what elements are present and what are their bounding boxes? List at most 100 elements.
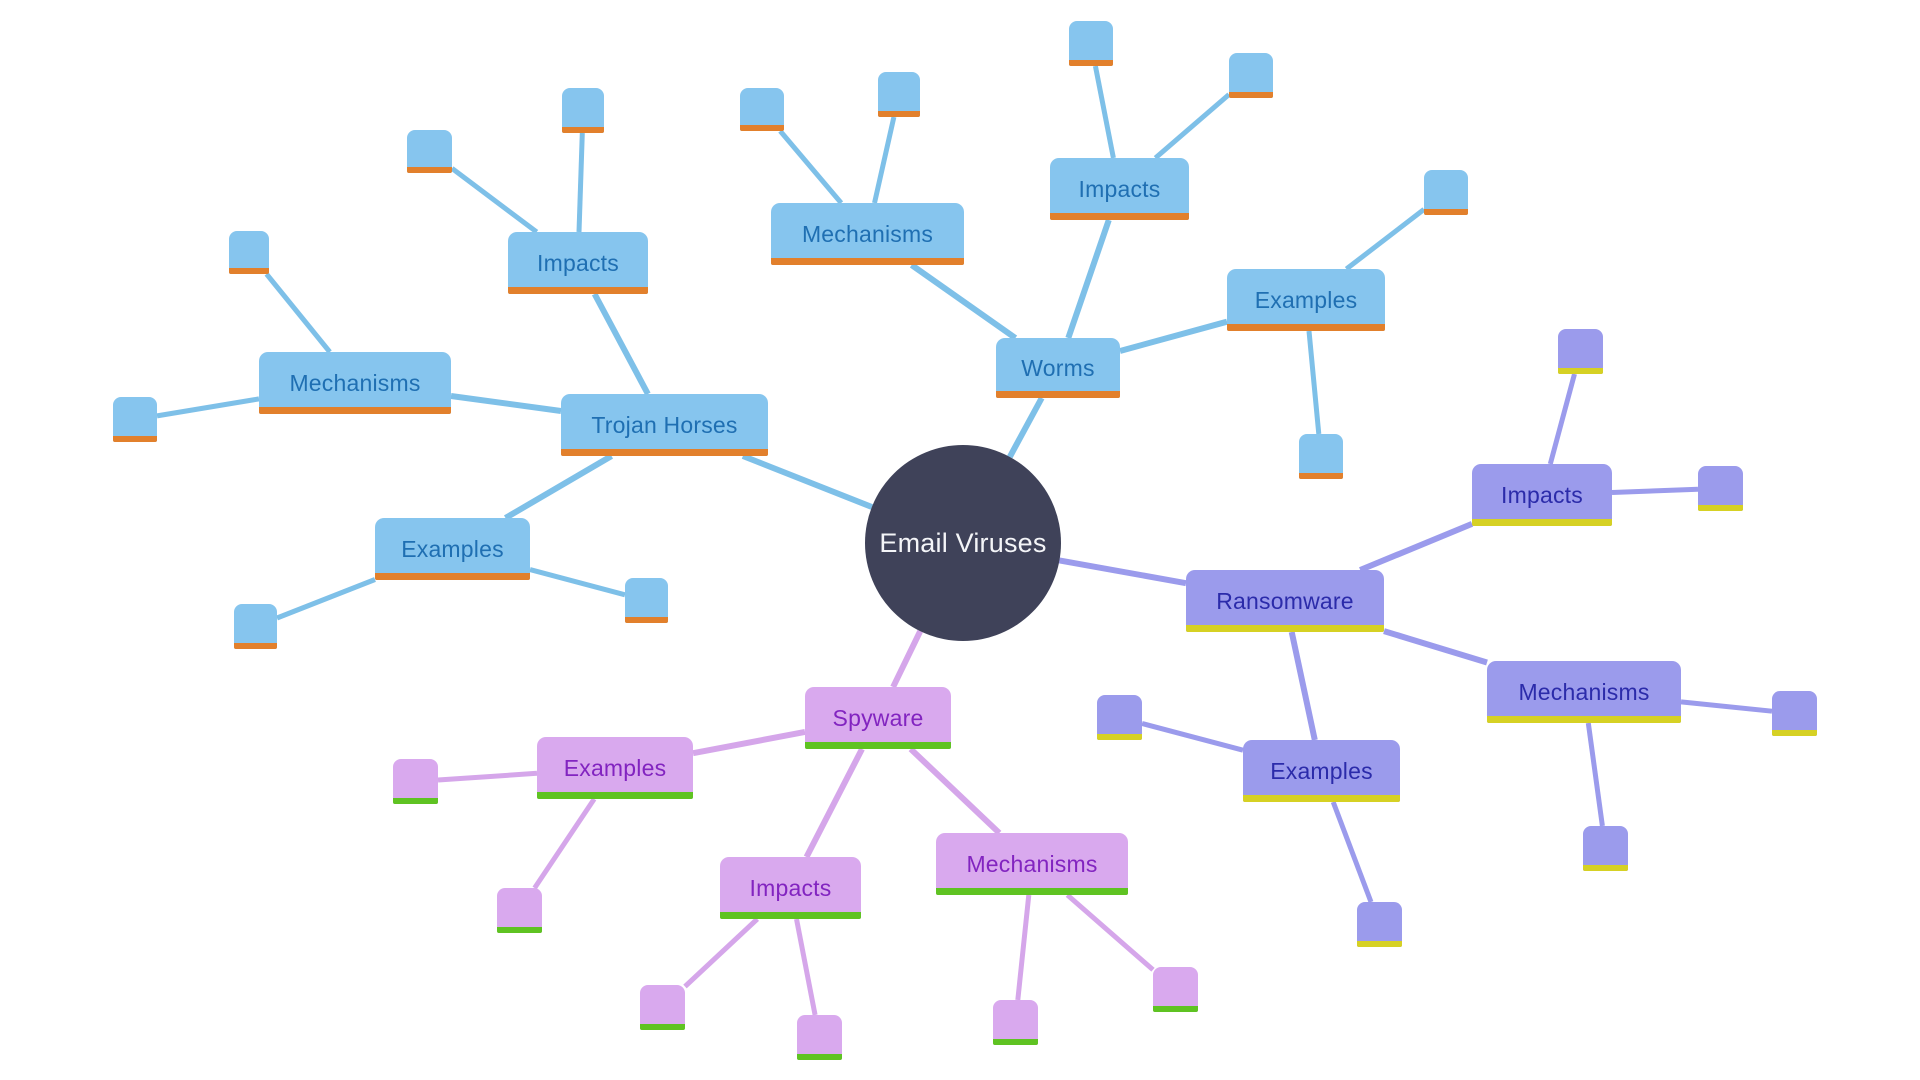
leaf-node-lf-r1[interactable]	[1558, 329, 1603, 374]
topic-node-label: Ransomware	[1216, 587, 1354, 614]
node-layer: Email Viruses Trojan Horses Impacts Mechani…	[0, 0, 1920, 1080]
leaf-node-lf-r3[interactable]	[1772, 691, 1817, 736]
node-accent-underline	[720, 912, 861, 919]
topic-node-impacts[interactable]: Impacts	[508, 232, 648, 294]
leaf-node-lf-t1[interactable]	[562, 88, 604, 133]
leaf-node-lf-t6[interactable]	[625, 578, 668, 623]
node-accent-underline	[1069, 60, 1113, 66]
central-node-label: Email Viruses	[879, 527, 1047, 558]
leaf-node-lf-t2[interactable]	[407, 130, 452, 173]
topic-node-label: Spyware	[832, 704, 924, 731]
node-accent-underline	[740, 125, 784, 131]
node-accent-underline	[1186, 625, 1384, 632]
topic-node-label: Impacts	[749, 874, 832, 901]
leaf-node-lf-s2[interactable]	[497, 888, 542, 933]
topic-node-examples[interactable]: Examples	[1227, 269, 1385, 331]
topic-node-label: Examples	[1254, 286, 1358, 313]
topic-node-impacts[interactable]: Impacts	[1472, 464, 1612, 526]
topic-node-label: Examples	[401, 535, 504, 562]
leaf-node-lf-t4[interactable]	[113, 397, 157, 442]
node-accent-underline	[393, 798, 438, 804]
node-accent-underline	[259, 407, 451, 414]
topic-node-label: Mechanisms	[966, 850, 1098, 877]
leaf-node-lf-r2[interactable]	[1698, 466, 1743, 511]
node-accent-underline	[375, 573, 530, 580]
node-accent-underline	[996, 391, 1120, 398]
topic-node-worms[interactable]: Worms	[996, 338, 1120, 398]
leaf-node-lf-s5[interactable]	[993, 1000, 1038, 1045]
topic-node-label: Examples	[563, 754, 667, 781]
topic-node-label: Impacts	[537, 249, 619, 276]
topic-node-mechanisms[interactable]: Mechanisms	[771, 203, 964, 265]
topic-node-mechanisms[interactable]: Mechanisms	[259, 352, 451, 414]
central-node-email-viruses[interactable]: Email Viruses	[865, 445, 1061, 641]
node-accent-underline	[1698, 505, 1743, 511]
node-accent-underline	[537, 792, 693, 799]
topic-node-label: Mechanisms	[801, 220, 934, 247]
leaf-node-lf-s3[interactable]	[640, 985, 685, 1030]
node-accent-underline	[1097, 734, 1142, 740]
topic-node-label: Impacts	[1501, 481, 1583, 508]
topic-node-examples[interactable]: Examples	[1243, 740, 1400, 802]
node-accent-underline	[562, 127, 604, 133]
topic-node-impacts[interactable]: Impacts	[720, 857, 861, 919]
node-accent-underline	[229, 268, 269, 274]
leaf-node-lf-w4[interactable]	[1229, 53, 1273, 98]
leaf-node-lf-w3[interactable]	[1069, 21, 1113, 66]
node-accent-underline	[1153, 1006, 1198, 1012]
leaf-node-lf-w1[interactable]	[740, 88, 784, 131]
leaf-node-lf-w5[interactable]	[1424, 170, 1468, 215]
leaf-node-lf-s4[interactable]	[797, 1015, 842, 1060]
topic-node-examples[interactable]: Examples	[537, 737, 693, 799]
node-accent-underline	[1558, 368, 1603, 374]
topic-node-ransomware[interactable]: Ransomware	[1186, 570, 1384, 632]
node-accent-underline	[1583, 865, 1628, 871]
node-accent-underline	[508, 287, 648, 294]
node-accent-underline	[497, 927, 542, 933]
node-accent-underline	[234, 643, 277, 649]
leaf-node-lf-r4[interactable]	[1583, 826, 1628, 871]
node-accent-underline	[1050, 213, 1189, 220]
leaf-node-lf-r5[interactable]	[1097, 695, 1142, 740]
leaf-node-lf-t5[interactable]	[234, 604, 277, 649]
leaf-node-lf-s1[interactable]	[393, 759, 438, 804]
mind-map-canvas: Email Viruses Trojan Horses Impacts Mechani…	[0, 0, 1920, 1080]
node-accent-underline	[936, 888, 1128, 895]
node-accent-underline	[640, 1024, 685, 1030]
topic-node-label: Impacts	[1078, 175, 1161, 202]
leaf-node-lf-w6[interactable]	[1299, 434, 1343, 479]
topic-node-label: Mechanisms	[289, 369, 421, 396]
leaf-node-lf-w2[interactable]	[878, 72, 920, 117]
topic-node-mechanisms[interactable]: Mechanisms	[936, 833, 1128, 895]
node-accent-underline	[771, 258, 964, 265]
node-accent-underline	[1243, 795, 1400, 802]
leaf-node-lf-s6[interactable]	[1153, 967, 1198, 1012]
node-accent-underline	[1487, 716, 1681, 723]
topic-node-label: Trojan Horses	[591, 411, 738, 438]
node-accent-underline	[1299, 473, 1343, 479]
node-accent-underline	[113, 436, 157, 442]
node-accent-underline	[1357, 941, 1402, 947]
leaf-node-lf-t3[interactable]	[229, 231, 269, 274]
node-accent-underline	[1229, 92, 1273, 98]
topic-node-mechanisms[interactable]: Mechanisms	[1487, 661, 1681, 723]
node-accent-underline	[1472, 519, 1612, 526]
leaf-node-lf-r6[interactable]	[1357, 902, 1402, 947]
topic-node-label: Mechanisms	[1518, 678, 1650, 705]
node-accent-underline	[797, 1054, 842, 1060]
node-accent-underline	[1424, 209, 1468, 215]
topic-node-label: Examples	[1270, 757, 1373, 784]
topic-node-spyware[interactable]: Spyware	[805, 687, 951, 749]
topic-node-trojan-horses[interactable]: Trojan Horses	[561, 394, 768, 456]
node-accent-underline	[625, 617, 668, 623]
topic-node-label: Worms	[1021, 354, 1095, 381]
node-accent-underline	[878, 111, 920, 117]
topic-node-examples[interactable]: Examples	[375, 518, 530, 580]
node-accent-underline	[993, 1039, 1038, 1045]
topic-node-impacts[interactable]: Impacts	[1050, 158, 1189, 220]
node-accent-underline	[1772, 730, 1817, 736]
node-accent-underline	[805, 742, 951, 749]
node-accent-underline	[1227, 324, 1385, 331]
node-accent-underline	[561, 449, 768, 456]
node-accent-underline	[407, 167, 452, 173]
